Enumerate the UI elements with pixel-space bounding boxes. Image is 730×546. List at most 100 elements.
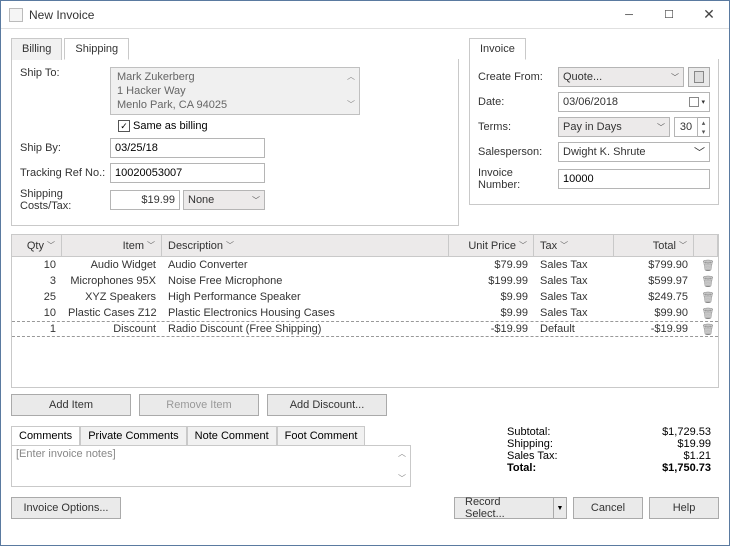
window-title: New Invoice: [29, 8, 94, 22]
total-value: $1,750.73: [662, 462, 711, 474]
column-item[interactable]: Item﹀: [62, 235, 162, 256]
cell-total: $799.90: [614, 259, 694, 271]
cell-total: $99.90: [614, 307, 694, 319]
column-total[interactable]: Total﹀: [614, 235, 694, 256]
salesperson-label: Salesperson:: [478, 146, 558, 158]
address-line-2: 1 Hacker Way: [117, 84, 353, 98]
tab-foot-comment[interactable]: Foot Comment: [277, 426, 366, 446]
ship-by-label: Ship By:: [20, 142, 110, 154]
table-row[interactable]: 25XYZ SpeakersHigh Performance Speaker$9…: [12, 289, 718, 305]
same-as-billing-checkbox[interactable]: ✓: [118, 120, 130, 132]
address-line-3: Menlo Park, CA 94025: [117, 98, 353, 112]
add-item-button[interactable]: Add Item: [11, 394, 131, 416]
cell-price: $9.99: [449, 307, 534, 319]
ship-by-input[interactable]: [110, 138, 265, 158]
cell-total: -$19.99: [614, 323, 694, 335]
chevron-down-icon: ﹀: [671, 72, 679, 83]
tracking-input[interactable]: [110, 163, 265, 183]
terms-days-spinner[interactable]: ▴▾: [698, 117, 710, 137]
cell-price: $79.99: [449, 259, 534, 271]
invoice-number-input[interactable]: [558, 169, 710, 189]
ship-to-label: Ship To:: [20, 67, 110, 79]
tab-invoice[interactable]: Invoice: [469, 38, 526, 60]
shipping-tax-select[interactable]: None ﹀: [183, 190, 265, 210]
comments-textarea[interactable]: [Enter invoice notes] ︿ ﹀: [11, 445, 411, 487]
terms-days-input[interactable]: 30: [674, 117, 698, 137]
tracking-label: Tracking Ref No.:: [20, 167, 110, 179]
total-label: Total:: [507, 462, 536, 474]
chevron-down-icon[interactable]: ﹀: [347, 98, 355, 112]
salesperson-select[interactable]: Dwight K. Shrute ﹀: [558, 142, 710, 162]
trash-icon[interactable]: 🗑: [701, 307, 711, 319]
app-icon: [9, 8, 23, 22]
chevron-down-icon[interactable]: ﹀: [398, 473, 406, 484]
cell-desc: Noise Free Microphone: [162, 275, 449, 287]
record-select-button[interactable]: Record Select...: [454, 497, 554, 519]
create-from-action-button[interactable]: [688, 67, 710, 87]
table-row[interactable]: 3Microphones 95XNoise Free Microphone$19…: [12, 273, 718, 289]
create-from-label: Create From:: [478, 71, 558, 83]
remove-item-button[interactable]: Remove Item: [139, 394, 259, 416]
tab-note-comment[interactable]: Note Comment: [187, 426, 277, 446]
chevron-down-icon: ﹀: [252, 195, 260, 206]
address-line-1: Mark Zukerberg: [117, 70, 353, 84]
record-select-menu[interactable]: ▼: [553, 497, 567, 519]
invoice-options-button[interactable]: Invoice Options...: [11, 497, 121, 519]
cell-desc: Radio Discount (Free Shipping): [162, 323, 449, 335]
cell-price: -$19.99: [449, 323, 534, 335]
column-tax[interactable]: Tax﹀: [534, 235, 614, 256]
shipping-cost-input[interactable]: $19.99: [110, 190, 180, 210]
calendar-icon: [689, 97, 699, 107]
column-desc[interactable]: Description﹀: [162, 235, 449, 256]
tab-shipping[interactable]: Shipping: [64, 38, 129, 60]
document-icon: [694, 71, 704, 83]
terms-select[interactable]: Pay in Days ﹀: [558, 117, 670, 137]
line-items-grid: Qty﹀ Item﹀ Description﹀ Unit Price﹀ Tax﹀…: [11, 234, 719, 388]
invoice-number-label: Invoice Number:: [478, 167, 558, 191]
chevron-up-icon[interactable]: ︿: [347, 70, 355, 84]
chevron-up-icon[interactable]: ︿: [398, 448, 406, 459]
create-from-select[interactable]: Quote... ﹀: [558, 67, 684, 87]
cell-qty: 3: [12, 275, 62, 287]
table-row[interactable]: 1DiscountRadio Discount (Free Shipping)-…: [12, 321, 718, 337]
cell-total: $599.97: [614, 275, 694, 287]
close-button[interactable]: ✕: [689, 1, 729, 29]
trash-icon[interactable]: 🗑: [701, 291, 711, 303]
table-row[interactable]: 10Audio WidgetAudio Converter$79.99Sales…: [12, 257, 718, 273]
trash-icon[interactable]: 🗑: [701, 259, 711, 271]
date-input[interactable]: 03/06/2018 ▾: [558, 92, 710, 112]
cell-qty: 10: [12, 307, 62, 319]
minimize-button[interactable]: ─: [609, 1, 649, 29]
trash-icon[interactable]: 🗑: [701, 275, 711, 287]
table-row[interactable]: 10Plastic Cases Z12Plastic Electronics H…: [12, 305, 718, 321]
maximize-button[interactable]: ☐: [649, 1, 689, 29]
shipping-label: Shipping:: [507, 438, 553, 450]
ship-to-address[interactable]: Mark Zukerberg 1 Hacker Way Menlo Park, …: [110, 67, 360, 115]
cell-qty: 25: [12, 291, 62, 303]
date-label: Date:: [478, 96, 558, 108]
column-price[interactable]: Unit Price﹀: [449, 235, 534, 256]
tab-comments[interactable]: Comments: [11, 426, 80, 446]
add-discount-button[interactable]: Add Discount...: [267, 394, 387, 416]
cell-item: Audio Widget: [62, 259, 162, 271]
column-qty[interactable]: Qty﹀: [12, 235, 62, 256]
cell-tax: Default: [534, 323, 614, 335]
cell-item: Plastic Cases Z12: [62, 307, 162, 319]
cell-item: Discount: [62, 323, 162, 335]
trash-icon[interactable]: 🗑: [701, 323, 711, 335]
cell-desc: Audio Converter: [162, 259, 449, 271]
cell-tax: Sales Tax: [534, 307, 614, 319]
cell-tax: Sales Tax: [534, 275, 614, 287]
help-button[interactable]: Help: [649, 497, 719, 519]
cell-desc: Plastic Electronics Housing Cases: [162, 307, 449, 319]
cell-price: $9.99: [449, 291, 534, 303]
terms-label: Terms:: [478, 121, 558, 133]
sales-tax-label: Sales Tax:: [507, 450, 558, 462]
shipping-cost-label: Shipping Costs/Tax:: [20, 188, 110, 212]
cancel-button[interactable]: Cancel: [573, 497, 643, 519]
sales-tax-value: $1.21: [683, 450, 711, 462]
tab-private-comments[interactable]: Private Comments: [80, 426, 186, 446]
cell-item: Microphones 95X: [62, 275, 162, 287]
tab-billing[interactable]: Billing: [11, 38, 62, 60]
shipping-value: $19.99: [677, 438, 711, 450]
